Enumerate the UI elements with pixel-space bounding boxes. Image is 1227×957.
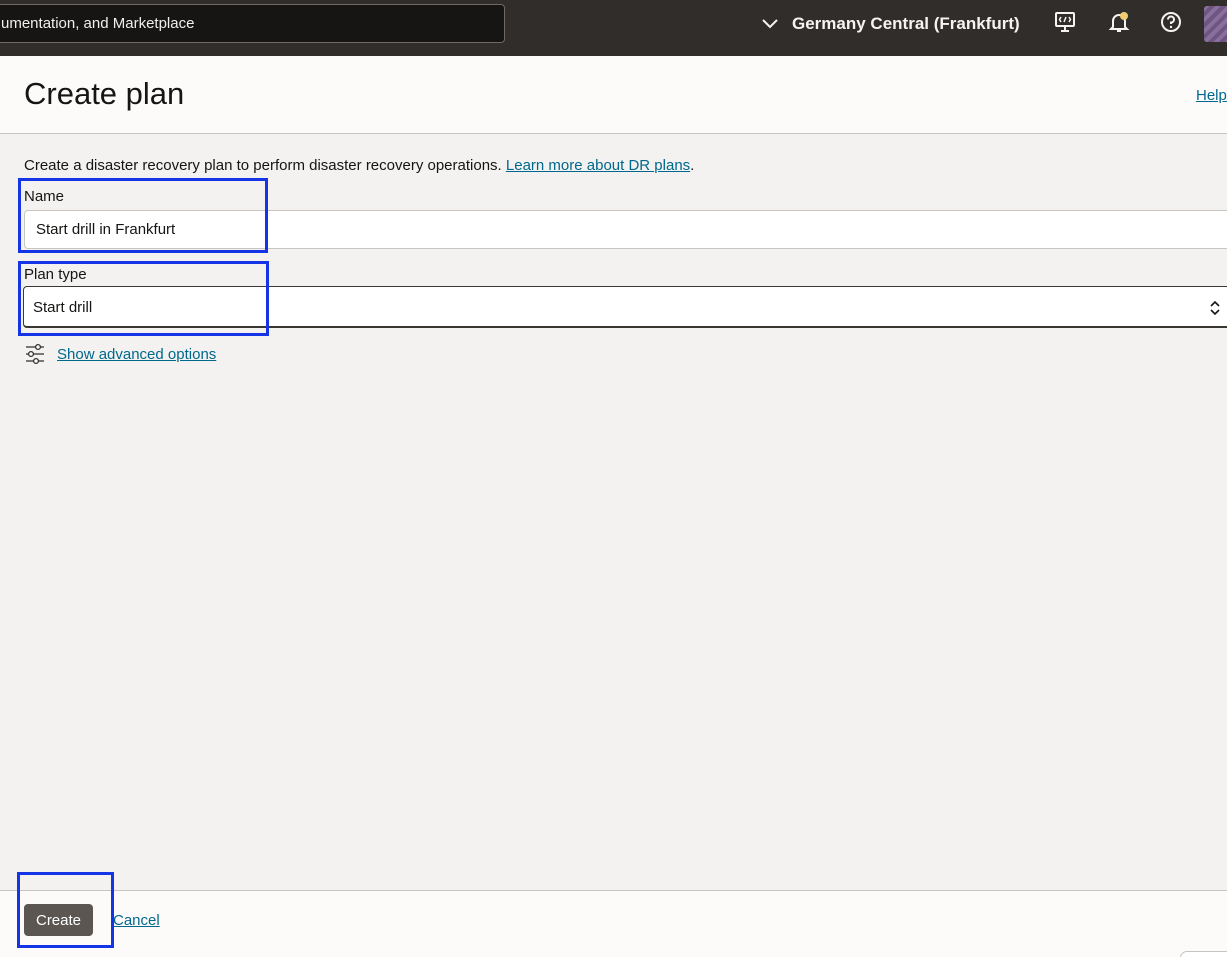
create-button[interactable]: Create — [24, 904, 93, 936]
select-updown-icon — [1210, 300, 1220, 316]
advanced-options-toggle[interactable]: Show advanced options — [24, 343, 216, 365]
bottom-pill — [1180, 951, 1227, 957]
description-end: . — [690, 157, 695, 174]
cancel-link[interactable]: Cancel — [113, 912, 160, 929]
help-link[interactable]: Help — [1196, 87, 1227, 104]
notification-bell-icon[interactable] — [1108, 11, 1130, 33]
advanced-options-link[interactable]: Show advanced options — [57, 346, 216, 363]
search-input[interactable]: umentation, and Marketplace — [0, 4, 505, 43]
page-title: Create plan — [24, 76, 185, 111]
page-header: Create plan Help — [0, 56, 1227, 134]
plan-type-select[interactable]: Start drill — [23, 286, 1227, 328]
profile-avatar-icon[interactable] — [1204, 6, 1227, 42]
learn-more-link[interactable]: Learn more about DR plans — [506, 157, 690, 174]
sliders-icon — [26, 343, 44, 365]
plan-type-label: Plan type — [24, 266, 87, 283]
form-description: Create a disaster recovery plan to perfo… — [24, 157, 694, 174]
help-circle-icon[interactable] — [1160, 11, 1182, 33]
form-footer: Create Cancel — [0, 890, 1227, 947]
region-selector[interactable]: Germany Central (Frankfurt) — [760, 10, 1020, 38]
top-navigation-bar: umentation, and Marketplace Germany Cent… — [0, 0, 1227, 56]
plan-type-value: Start drill — [33, 299, 93, 316]
cloud-shell-icon[interactable] — [1054, 11, 1076, 33]
name-label: Name — [24, 188, 65, 205]
description-text: Create a disaster recovery plan to perfo… — [24, 157, 506, 174]
name-field[interactable]: Start drill in Frankfurt — [24, 210, 1227, 249]
bottom-strip — [0, 947, 1227, 957]
chevron-down-icon — [762, 19, 778, 29]
region-label: Germany Central (Frankfurt) — [792, 14, 1020, 33]
